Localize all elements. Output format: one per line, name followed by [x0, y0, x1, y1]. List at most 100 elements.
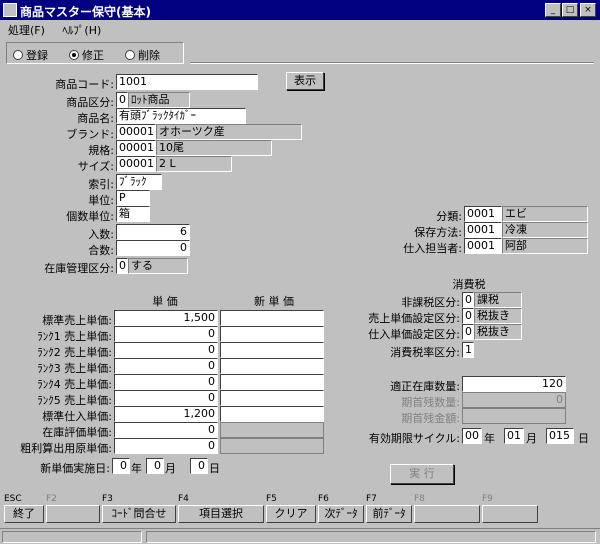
- classification-label: 分類:: [436, 210, 462, 223]
- unit-price-input[interactable]: 0: [114, 358, 218, 374]
- brand-label: ブランド:: [66, 128, 114, 141]
- new-unit-price-input[interactable]: [220, 390, 324, 406]
- new-unit-price-input[interactable]: [220, 342, 324, 358]
- classification-code-input[interactable]: 0001: [464, 206, 502, 222]
- unit-price-input[interactable]: 1,500: [114, 310, 218, 326]
- expiry-day-input[interactable]: 015: [546, 428, 574, 444]
- new-unit-price-input[interactable]: [220, 326, 324, 342]
- optimal-stock-input[interactable]: 120: [462, 376, 566, 392]
- function-key-button[interactable]: ｺｰﾄﾞ問合せ: [102, 505, 176, 523]
- non-taxable-code-input[interactable]: 0: [462, 292, 474, 308]
- expiry-year-input[interactable]: 00: [462, 428, 482, 444]
- function-key-button[interactable]: 項目選択: [178, 505, 264, 523]
- product-code-input[interactable]: 1001: [116, 74, 258, 90]
- unit-price-input[interactable]: 0: [114, 374, 218, 390]
- execute-button[interactable]: 実 行: [390, 464, 454, 484]
- expiry-day-unit: 日: [578, 432, 589, 445]
- product-name-input[interactable]: 有頭ﾌﾞﾗｯｸﾀｲｶﾞｰ: [116, 108, 246, 124]
- close-button[interactable]: ×: [580, 3, 596, 17]
- function-key-label: F9: [482, 494, 493, 504]
- new-price-year-input[interactable]: 0: [112, 458, 130, 474]
- function-key-button[interactable]: [46, 505, 100, 523]
- purchase-price-setting-code-input[interactable]: 0: [462, 324, 474, 340]
- menu-process[interactable]: 処理(F): [8, 24, 45, 37]
- sales-price-setting-code-input[interactable]: 0: [462, 308, 474, 324]
- function-key-button[interactable]: [482, 505, 538, 523]
- size-label: サイズ:: [77, 160, 114, 173]
- tax-rate-code-input[interactable]: 1: [462, 342, 474, 358]
- quantity-in-label: 入数:: [88, 228, 114, 241]
- index-input[interactable]: ﾌﾞﾗｯｸ: [116, 174, 162, 190]
- function-key-button[interactable]: クリア: [266, 505, 316, 523]
- unit-label: 単位:: [88, 194, 114, 207]
- spec-code-input[interactable]: 00001: [116, 140, 156, 156]
- brand-name: オホーツク産: [156, 124, 302, 140]
- new-price-month-input[interactable]: 0: [146, 458, 164, 474]
- price-row-label: ﾗﾝｸ5 売上単価:: [37, 394, 112, 407]
- function-key-button[interactable]: [414, 505, 480, 523]
- price-row-label: 標準仕入単価:: [42, 410, 112, 423]
- mode-modify-radio[interactable]: 修正: [69, 47, 104, 63]
- menu-help[interactable]: ﾍﾙﾌﾟ(H): [62, 24, 101, 37]
- function-key-button[interactable]: 前ﾃﾞｰﾀ: [366, 505, 412, 523]
- unit-price-input[interactable]: 1,200: [114, 406, 218, 422]
- function-key-label: F3: [102, 494, 113, 504]
- price-row-label: ﾗﾝｸ4 売上単価:: [37, 378, 112, 391]
- expiry-month-unit: 月: [526, 432, 537, 445]
- new-unit-price-input[interactable]: [220, 374, 324, 390]
- unit-price-input[interactable]: 0: [114, 438, 218, 454]
- unit-price-input[interactable]: 0: [114, 422, 218, 438]
- piece-unit-input[interactable]: 箱: [116, 206, 150, 222]
- display-button[interactable]: 表示: [286, 72, 324, 90]
- function-key-button[interactable]: 終了: [4, 505, 44, 523]
- expiry-month-input[interactable]: 01: [504, 428, 524, 444]
- quantity-in-input[interactable]: 6: [116, 224, 190, 240]
- radio-off-icon: [13, 50, 23, 60]
- opening-qty-label: 期首残数量:: [401, 396, 460, 409]
- stock-mgmt-code-input[interactable]: 0: [116, 258, 128, 274]
- brand-code-input[interactable]: 00001: [116, 124, 156, 140]
- unit-price-column-header: 単 価: [152, 295, 178, 308]
- function-key-button[interactable]: 次ﾃﾞｰﾀ: [318, 505, 364, 523]
- new-unit-price-column-header: 新 単 価: [254, 295, 294, 308]
- new-unit-price-input[interactable]: [220, 358, 324, 374]
- size-code-input[interactable]: 00001: [116, 156, 156, 172]
- opening-amount-field: [462, 408, 566, 424]
- new-unit-price-input[interactable]: [220, 310, 324, 326]
- price-row-label: ﾗﾝｸ1 売上単価:: [37, 330, 112, 343]
- buyer-code-input[interactable]: 0001: [464, 238, 502, 254]
- tax-rate-label: 消費税率区分:: [390, 346, 460, 359]
- divider: [190, 62, 594, 64]
- optimal-stock-label: 適正在庫数量:: [390, 380, 460, 393]
- function-key-label: ESC: [4, 494, 22, 504]
- unit-input[interactable]: P: [116, 190, 150, 206]
- unit-price-input[interactable]: 0: [114, 342, 218, 358]
- minimize-button[interactable]: _: [545, 3, 561, 17]
- total-count-input[interactable]: 0: [116, 240, 190, 256]
- product-category-code-input[interactable]: 0: [116, 92, 128, 108]
- opening-qty-field: 0: [462, 392, 566, 408]
- product-name-label: 商品名:: [77, 112, 114, 125]
- mode-register-radio[interactable]: 登録: [13, 47, 48, 63]
- new-unit-price-input: [220, 438, 324, 454]
- expiry-cycle-label: 有効期限サイクル:: [368, 432, 460, 445]
- new-price-day-input[interactable]: 0: [190, 458, 208, 474]
- stock-mgmt-name: する: [128, 258, 188, 274]
- menu-bar: 処理(F) ﾍﾙﾌﾟ(H): [8, 22, 115, 38]
- storage-code-input[interactable]: 0001: [464, 222, 502, 238]
- purchase-price-setting-label: 仕入単価設定区分:: [368, 328, 460, 341]
- price-row-label: 在庫評価単価:: [42, 426, 112, 439]
- unit-price-input[interactable]: 0: [114, 326, 218, 342]
- app-icon: [3, 3, 17, 17]
- price-row-label: 標準売上単価:: [42, 314, 112, 327]
- new-unit-price-input[interactable]: [220, 406, 324, 422]
- storage-name: 冷凍: [502, 222, 588, 238]
- product-category-name: ﾛｯﾄ商品: [128, 92, 190, 108]
- status-bar: [0, 528, 600, 544]
- maximize-button[interactable]: □: [562, 3, 578, 17]
- function-key-label: F2: [46, 494, 57, 504]
- unit-price-input[interactable]: 0: [114, 390, 218, 406]
- spec-label: 規格:: [88, 144, 114, 157]
- classification-name: エビ: [502, 206, 588, 222]
- mode-delete-radio[interactable]: 削除: [125, 47, 160, 63]
